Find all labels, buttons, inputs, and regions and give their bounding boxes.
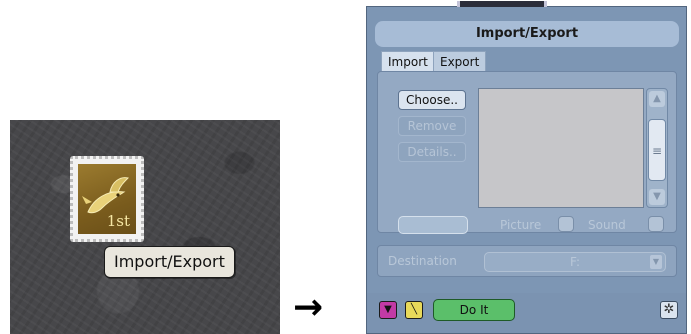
destination-label: Destination xyxy=(388,254,457,268)
picture-checkbox[interactable] xyxy=(558,216,574,232)
destination-row: Destination F: ▼ xyxy=(377,245,677,277)
sound-label: Sound xyxy=(588,218,626,232)
import-export-icon[interactable]: 1st xyxy=(70,156,144,242)
scroll-down-icon[interactable]: ▼ xyxy=(649,189,665,205)
tab-import[interactable]: Import xyxy=(381,51,435,71)
transition-arrow: → xyxy=(293,287,324,328)
chevron-down-icon[interactable]: ▼ xyxy=(650,255,662,269)
import-export-window: Import/Export Import Export Choose.. Rem… xyxy=(366,1,687,334)
remove-button[interactable]: Remove xyxy=(398,116,466,136)
fish-stamp-icon: 1st xyxy=(78,164,136,234)
tab-export[interactable]: Export xyxy=(433,51,487,71)
details-button[interactable]: Details.. xyxy=(398,142,466,162)
name-field[interactable] xyxy=(398,216,468,234)
desktop-area: 1st Import/Export xyxy=(10,120,280,334)
destination-select[interactable]: F: ▼ xyxy=(484,252,666,272)
window-footer: ▼ ╲ Do It ✲ xyxy=(367,293,686,333)
wand-icon[interactable]: ╲ xyxy=(405,301,423,319)
scroll-thumb[interactable]: ≡ xyxy=(648,119,666,181)
choose-button[interactable]: Choose.. xyxy=(398,90,466,110)
window-title[interactable]: Import/Export xyxy=(375,21,679,47)
sound-checkbox[interactable] xyxy=(648,216,664,232)
do-it-button[interactable]: Do It xyxy=(433,299,515,321)
scroll-up-icon[interactable]: ▲ xyxy=(649,91,665,107)
stamp-denomination: 1st xyxy=(106,212,130,230)
window-top-strip xyxy=(457,1,547,7)
file-list-scrollbar[interactable]: ▲ ≡ ▼ xyxy=(646,88,668,208)
triangle-down-icon[interactable]: ▼ xyxy=(379,301,397,319)
icon-tooltip: Import/Export xyxy=(104,246,235,278)
destination-value: F: xyxy=(569,255,580,269)
file-list[interactable] xyxy=(478,88,644,208)
import-panel: Choose.. Remove Details.. ▲ ≡ ▼ Picture … xyxy=(377,71,677,234)
asterisk-icon[interactable]: ✲ xyxy=(660,301,678,319)
picture-label: Picture xyxy=(500,218,542,232)
